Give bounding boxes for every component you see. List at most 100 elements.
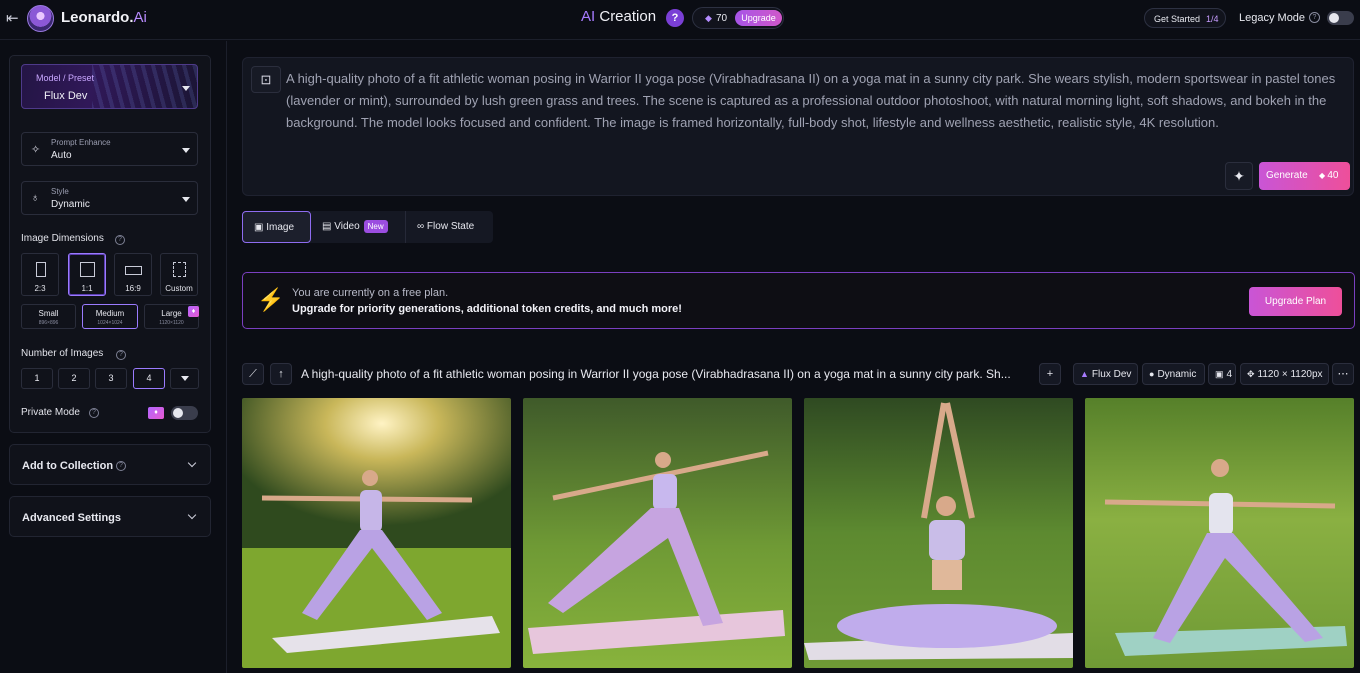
new-badge: New [363, 219, 388, 233]
token-icon: ◆ [705, 13, 712, 23]
private-mode-toggle[interactable] [171, 406, 198, 420]
size-small[interactable]: Small 896×896 [21, 304, 76, 329]
style-label: Style [51, 187, 69, 196]
sparkle-icon: ✧ [31, 144, 41, 156]
dimension-1-1[interactable]: 1:1 [68, 253, 106, 296]
drop-icon: ● [1149, 369, 1155, 379]
image-count-2[interactable]: 2 [58, 368, 90, 389]
advanced-settings-section[interactable]: Advanced Settings [9, 496, 211, 537]
image-prompt-icon[interactable]: ⊡ [251, 66, 281, 93]
get-started-progress: 1/4 [1206, 14, 1219, 24]
generate-cost-value: 40 [1327, 170, 1339, 181]
yoga-photo-2 [523, 398, 792, 668]
back-arrow-icon[interactable]: ⇤ [6, 10, 24, 28]
upgrade-button[interactable]: Upgrade [735, 10, 782, 26]
promo-line-2: Upgrade for priority generations, additi… [292, 303, 682, 315]
size-large[interactable]: Large 1120×1120 ♦ [144, 304, 199, 329]
link-icon: ∞ [417, 221, 427, 232]
get-started-label: Get Started [1154, 14, 1201, 24]
premium-gem-icon: ♦ [148, 407, 164, 419]
size-sub: 1024×1024 [97, 320, 123, 326]
legacy-mode-help-icon[interactable]: ? [1309, 12, 1320, 23]
token-balance[interactable]: ◆ 70 Upgrade [692, 7, 784, 29]
count-chip-label: 4 [1226, 369, 1233, 380]
sidebar: Model / Preset Flux Dev ✧ Prompt Enhance… [0, 41, 227, 673]
lightning-icon: ⚡ [257, 287, 285, 312]
image-count-4[interactable]: 4 [133, 368, 165, 389]
size-medium[interactable]: Medium 1024×1024 [82, 304, 138, 329]
landscape-shape-icon [125, 266, 142, 275]
model-icon: ▲ [1080, 369, 1089, 379]
image-count-3[interactable]: 3 [95, 368, 127, 389]
add-to-collection-label: Add to Collection [22, 460, 114, 472]
generated-image-3[interactable] [804, 398, 1073, 668]
private-mode-help-icon[interactable]: ? [89, 408, 99, 418]
more-options-icon[interactable]: ⋯ [1332, 363, 1354, 385]
model-preset-select[interactable]: Model / Preset Flux Dev [21, 64, 198, 109]
dimension-2-3[interactable]: 2:3 [21, 253, 59, 296]
image-count-1[interactable]: 1 [21, 368, 53, 389]
add-to-collection-help-icon[interactable]: ? [116, 461, 126, 471]
size-sub: 1120×1120 [159, 320, 184, 326]
dimension-16-9[interactable]: 16:9 [114, 253, 152, 296]
sparkle-enhance-button[interactable]: ✦ [1225, 162, 1253, 190]
chevron-down-icon [182, 197, 190, 202]
token-count: 70 [716, 13, 728, 24]
generated-image-1[interactable] [242, 398, 511, 668]
legacy-mode-label: Legacy Mode [1239, 12, 1306, 24]
model-chip-label: Flux Dev [1091, 369, 1132, 380]
prompt-enhance-select[interactable]: ✧ Prompt Enhance Auto [21, 132, 198, 166]
size-chip[interactable]: ✥ 1120 × 1120px [1240, 363, 1329, 385]
chevron-down-icon [182, 148, 190, 153]
number-of-images-help-icon[interactable]: ? [116, 350, 126, 360]
tab-flow-state[interactable]: ∞ Flow State [405, 211, 493, 243]
brand-name: Leonardo.Ai [61, 9, 147, 26]
resize-icon: ✥ [1247, 369, 1255, 379]
prompt-enhance-label: Prompt Enhance [51, 138, 111, 147]
image-icon: ▣ [254, 222, 267, 233]
wand-icon[interactable]: ⟋ [242, 363, 264, 385]
prompt-textarea[interactable]: A high-quality photo of a fit athletic w… [286, 68, 1336, 134]
page-title-main: Creation [595, 8, 657, 25]
avatar-logo[interactable] [27, 5, 54, 32]
image-count-more[interactable] [170, 368, 199, 389]
yoga-photo-3 [804, 398, 1073, 668]
tab-video[interactable]: ▤ Video New [311, 211, 405, 243]
private-mode-label: Private Mode [21, 407, 80, 418]
generated-image-4[interactable] [1085, 398, 1354, 668]
square-shape-icon [80, 262, 95, 277]
arrow-up-icon[interactable]: ↑ [270, 363, 292, 385]
dimension-label: 16:9 [125, 284, 141, 293]
generate-label: Generate [1266, 170, 1308, 181]
count-chip[interactable]: ▣ 4 [1208, 363, 1236, 385]
style-chip-label: Dynamic [1157, 369, 1197, 380]
upgrade-plan-button[interactable]: Upgrade Plan [1249, 287, 1342, 316]
generated-image-2[interactable] [523, 398, 792, 668]
plus-icon[interactable]: + [1039, 363, 1061, 385]
add-to-collection-section[interactable]: Add to Collection ? [9, 444, 211, 485]
get-started-button[interactable]: Get Started 1/4 [1144, 8, 1226, 28]
custom-shape-icon [173, 262, 186, 277]
prompt-box[interactable]: ⊡ A high-quality photo of a fit athletic… [242, 57, 1354, 196]
yoga-photo-4 [1085, 398, 1354, 668]
dimension-label: 2:3 [34, 284, 46, 293]
style-icon: ♁ [31, 192, 40, 204]
style-select[interactable]: ♁ Style Dynamic [21, 181, 198, 215]
tab-video-label: Video [334, 221, 360, 232]
page-title: AI Creation [581, 8, 656, 25]
style-chip[interactable]: ● Dynamic [1142, 363, 1205, 385]
dimension-custom[interactable]: Custom [160, 253, 198, 296]
mode-tabs: ▣ Image ▤ Video New ∞ Flow State [242, 211, 493, 243]
size-chip-label: 1120 × 1120px [1257, 369, 1323, 380]
generate-button[interactable]: Generate ◆ 40 [1259, 162, 1350, 190]
help-icon[interactable]: ? [666, 9, 684, 27]
legacy-mode-toggle[interactable] [1327, 11, 1354, 25]
model-chip[interactable]: ▲ Flux Dev [1073, 363, 1138, 385]
portrait-shape-icon [36, 262, 46, 277]
image-dimensions-help-icon[interactable]: ? [115, 235, 125, 245]
yoga-photo-1 [242, 398, 511, 668]
model-preset-value: Flux Dev [44, 90, 88, 102]
video-icon: ▤ [322, 221, 335, 232]
size-sub: 896×896 [38, 320, 59, 326]
tab-image[interactable]: ▣ Image [242, 211, 311, 243]
